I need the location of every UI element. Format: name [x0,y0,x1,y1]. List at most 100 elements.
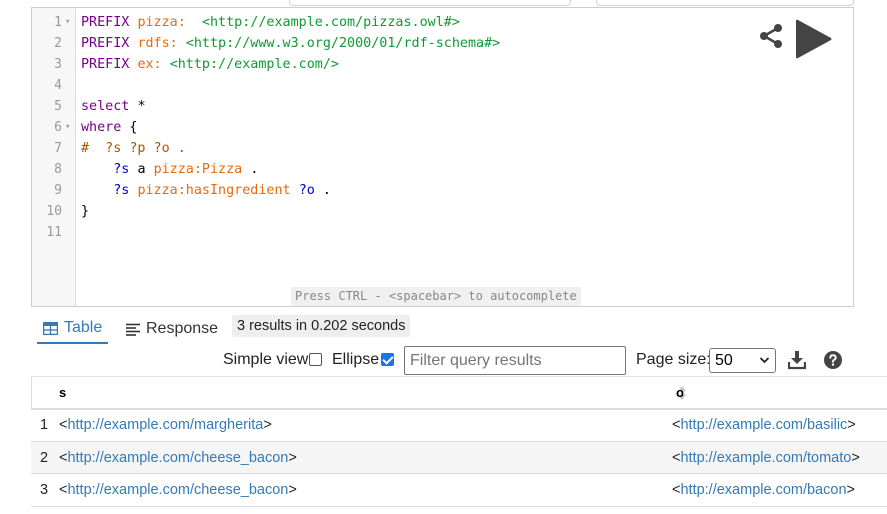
column-header-o[interactable]: o [670,376,887,410]
page-size-select[interactable]: 50 [709,348,776,373]
code-area[interactable]: PREFIX pizza: <http://example.com/pizzas… [81,12,853,243]
comment-token: # ?s ?p ?o . [81,141,186,156]
code-line: where { [81,117,853,138]
response-lines-icon [126,323,140,336]
table-row: 3 <http://example.com/cheese_bacon> <htt… [31,473,887,508]
line-number: 6 [54,120,62,135]
prefix-token: pizza:hasIngredient [137,183,291,198]
column-header-s[interactable]: s [53,376,686,410]
prefix-token: ex: [137,57,162,72]
code-token: a [137,162,146,177]
bracket: > [288,449,297,466]
code-token: . [322,183,331,198]
row-index: 2 [31,441,53,475]
row-index: 1 [31,408,53,442]
iri-link[interactable]: http://example.com/basilic [680,417,847,433]
query-editor[interactable]: 1 ▾ 2 3 4 5 6 ▾ 7 8 9 10 11 PREFIX pizza… [31,7,854,307]
chevron-down-icon [759,357,770,364]
ellipse-label: Ellipse [332,351,380,368]
line-number: 3 [54,57,62,72]
code-line: PREFIX rdfs: <http://www.w3.org/2000/01/… [81,33,853,54]
table-icon [43,321,58,335]
help-button[interactable] [824,351,842,369]
variable-token: ?s [113,162,130,177]
iri-link[interactable]: http://example.com/tomato [680,450,851,466]
iri-link[interactable]: http://example.com/margherita [67,417,263,433]
fold-arrow-icon[interactable]: ▾ [65,12,70,33]
keyword-token: PREFIX [81,57,130,72]
cell-s: <http://example.com/margherita> [53,408,670,442]
code-token: * [137,99,146,114]
cell-s: <http://example.com/cheese_bacon> [53,473,670,508]
cell-s: <http://example.com/cheese_bacon> [53,441,670,475]
results-table: s o 1 <http://example.com/margherita> <h… [31,376,887,508]
top-tab-stub [289,0,571,6]
code-token: { [129,120,138,135]
code-line: PREFIX ex: <http://example.com/> [81,54,853,75]
play-icon [796,19,832,59]
iri-token: <http://www.w3.org/2000/01/rdf-schema#> [185,36,501,51]
line-number-gutter: 1 ▾ 2 3 4 5 6 ▾ 7 8 9 10 11 [32,8,76,306]
iri-link[interactable]: http://example.com/cheese_bacon [67,482,288,498]
help-icon [824,351,842,369]
bracket: > [263,417,272,434]
bracket: > [288,482,297,499]
autocomplete-hint: Press CTRL - <spacebar> to autocomplete [291,287,581,306]
index-column-header [31,376,53,410]
table-row: 1 <http://example.com/margherita> <http:… [31,408,887,442]
run-query-button[interactable] [794,17,834,61]
tab-label: Table [64,319,103,336]
line-number: 9 [54,183,62,198]
simple-view-checkbox[interactable] [309,353,322,366]
filter-results-input[interactable] [404,346,626,375]
line-number: 2 [54,36,62,51]
prefix-token: pizza: [137,15,186,30]
variable-token: ?o [298,183,315,198]
code-line: ?s a pizza:Pizza . [81,159,853,180]
tab-response[interactable]: Response [126,314,218,344]
column-header-label: o [676,384,684,400]
page-size-value: 50 [715,352,733,369]
line-number: 11 [46,225,62,240]
share-button[interactable] [757,22,785,50]
code-line: } [81,201,853,222]
line-number: 1 [54,15,62,30]
iri-token: <http://example.com/pizzas.owl#> [201,15,460,30]
iri-link[interactable]: http://example.com/cheese_bacon [67,450,288,466]
table-header-row: s o [31,376,887,410]
cell-o: <http://example.com/basilic> [670,408,887,442]
bracket: > [851,449,860,466]
line-number: 10 [46,204,62,219]
line-number: 7 [54,141,62,156]
simple-view-label: Simple view [223,351,309,368]
line-number: 5 [54,99,62,114]
fold-arrow-icon[interactable]: ▾ [65,117,70,138]
iri-link[interactable]: http://example.com/bacon [680,482,846,498]
keyword-token: PREFIX [81,15,130,30]
line-number: 4 [54,78,62,93]
code-line: ?s pizza:hasIngredient ?o . [81,180,853,201]
line-number: 8 [54,162,62,177]
code-line: # ?s ?p ?o . [81,138,853,159]
prefix-token: pizza:Pizza [153,162,243,177]
share-icon [760,24,782,48]
row-index: 3 [31,473,53,508]
download-button[interactable] [787,350,807,370]
results-summary-badge: 3 results in 0.202 seconds [232,315,411,337]
code-line: PREFIX pizza: <http://example.com/pizzas… [81,12,853,33]
tab-label: Response [146,320,219,337]
tab-table[interactable]: Table [37,314,108,344]
column-header-label: s [59,384,67,400]
cell-o: <http://example.com/bacon> [670,473,887,508]
ellipse-checkbox[interactable] [381,353,394,366]
bracket: > [847,417,856,434]
code-line: select * [81,96,853,117]
page-size-label: Page size: [636,351,711,368]
bracket: > [846,482,855,499]
table-row: 2 <http://example.com/cheese_bacon> <htt… [31,441,887,475]
cell-o: <http://example.com/tomato> [670,441,887,475]
code-token: . [250,162,259,177]
keyword-token: select [81,99,130,114]
keyword-token: where [81,120,122,135]
